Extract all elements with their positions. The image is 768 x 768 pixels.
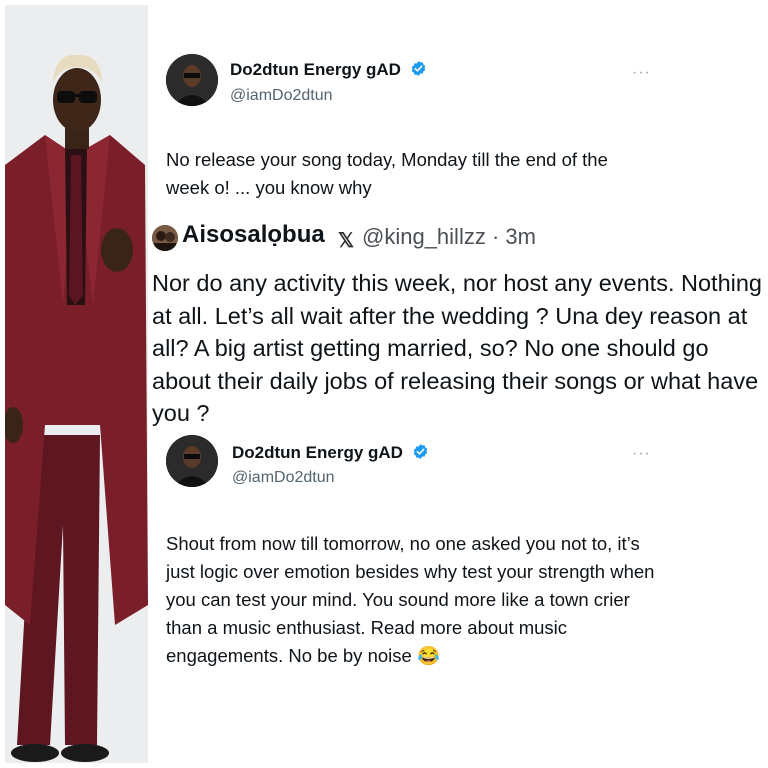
handle[interactable]: @iamDo2dtun: [230, 87, 333, 105]
avatar[interactable]: [166, 435, 218, 487]
tweet-text: No release your song today, Monday till …: [166, 149, 608, 198]
profile-photo: [5, 5, 148, 763]
handle[interactable]: @iamDo2dtun: [232, 469, 335, 487]
avatar[interactable]: [166, 54, 218, 106]
display-name-text[interactable]: Do2dtun Energy gAD: [230, 60, 401, 79]
reply-display-name[interactable]: Aisosalọbua: [182, 221, 325, 249]
display-name[interactable]: Do2dtun Energy gAD: [232, 443, 429, 463]
x-logo-icon: 𝕏: [338, 230, 355, 252]
more-options-icon[interactable]: ···: [632, 445, 651, 463]
reply-header: Aisosalọbua 𝕏 @king_hillzz · 3m: [152, 221, 752, 261]
verified-badge-icon: [411, 61, 425, 76]
verified-badge-icon: [413, 444, 427, 459]
reply-handle-time[interactable]: @king_hillzz · 3m: [362, 224, 536, 250]
more-options-icon[interactable]: ···: [632, 64, 651, 82]
display-name[interactable]: Do2dtun Energy gAD: [230, 60, 427, 80]
display-name-text[interactable]: Do2dtun Energy gAD: [232, 443, 403, 462]
reply-text: Nor do any activity this week, nor host …: [152, 270, 763, 426]
tweet-text: Shout from now till tomorrow, no one ask…: [166, 533, 655, 666]
reply-avatar[interactable]: [152, 225, 178, 251]
